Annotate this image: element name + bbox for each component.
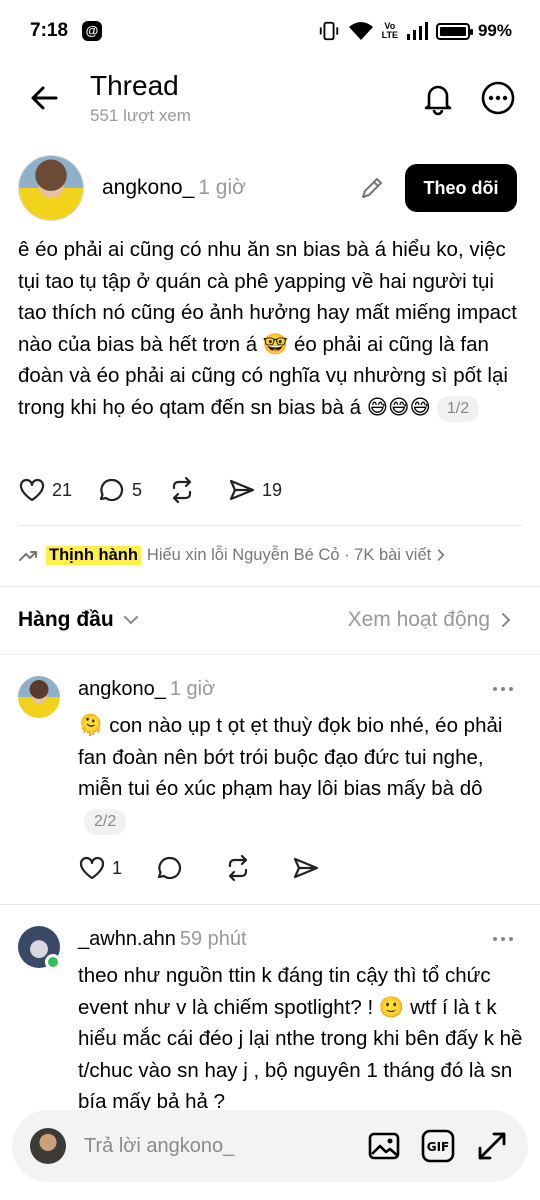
vibrate-icon — [319, 21, 338, 41]
view-count: 551 lượt xem — [90, 106, 191, 125]
sort-row: Hàng đầu Xem hoạt động — [0, 600, 540, 642]
trending-arrow-icon — [19, 551, 37, 561]
share-button[interactable] — [292, 854, 326, 882]
online-status-dot — [45, 954, 61, 970]
reply-actions: 1 — [78, 852, 360, 884]
battery-percent: 99% — [477, 21, 512, 40]
reply-more-icon[interactable] — [490, 926, 516, 952]
reply-time: 1 giờ — [169, 678, 216, 700]
post-page-indicator: 1/2 — [436, 395, 480, 422]
reply-time: 59 phút — [179, 928, 247, 950]
reply-avatar[interactable] — [18, 676, 60, 718]
repost-button[interactable] — [168, 476, 202, 504]
gif-button[interactable]: GIF — [420, 1128, 456, 1164]
heart-icon — [19, 478, 45, 502]
reply-username[interactable]: _awhn.ahn 59 phút — [78, 928, 247, 951]
divider — [0, 654, 540, 655]
image-icon[interactable] — [366, 1128, 402, 1164]
send-icon — [229, 479, 255, 501]
like-count: 1 — [112, 857, 123, 878]
reply-text: 🫠 con nào ụp t ọt ẹt thuỳ đọk bio nhé, é… — [78, 710, 528, 836]
post-time: 1 giờ — [198, 176, 246, 199]
trending-row[interactable]: Thịnh hành Hiếu xin lỗi Nguyễn Bé Cỏ · 7… — [18, 541, 523, 569]
repost-icon — [172, 476, 192, 504]
sort-dropdown[interactable]: Hàng đầu — [18, 608, 140, 632]
reply-username[interactable]: angkono_ 1 giờ — [78, 678, 215, 701]
view-activity-label: Xem hoạt động — [347, 608, 490, 631]
comment-button[interactable]: 5 — [98, 476, 142, 504]
chevron-right-icon — [502, 613, 511, 627]
status-time: 7:18 — [30, 20, 69, 41]
sort-label: Hàng đầu — [18, 608, 114, 631]
divider — [0, 586, 540, 587]
back-arrow-icon[interactable] — [26, 80, 62, 116]
signal-icon — [406, 22, 428, 40]
reply-input[interactable] — [84, 1130, 344, 1162]
share-count: 19 — [262, 479, 283, 500]
trending-label: Thịnh hành — [46, 545, 141, 565]
more-options-icon[interactable] — [480, 80, 516, 116]
like-button[interactable]: 21 — [18, 476, 72, 504]
my-avatar — [30, 1128, 66, 1164]
thread-header: Thread 551 lượt xem — [0, 62, 540, 136]
gif-icon: GIF — [421, 1129, 455, 1163]
comment-count: 5 — [132, 479, 143, 500]
page-title: Thread — [90, 70, 179, 101]
heart-icon — [79, 856, 105, 880]
expand-icon[interactable] — [474, 1128, 510, 1164]
follow-button[interactable]: Theo dõi — [405, 164, 517, 212]
chevron-right-icon — [438, 549, 445, 561]
share-button[interactable]: 19 — [228, 476, 282, 504]
post-author-row: angkono_ 1 giờ Theo dõi — [0, 152, 540, 224]
reply-more-icon[interactable] — [490, 676, 516, 702]
post-text: ê éo phải ai cũng có nhu ăn sn bias bà á… — [18, 234, 523, 423]
reply-composer: GIF — [12, 1110, 528, 1182]
comment-icon — [157, 856, 182, 880]
view-activity-link[interactable]: Xem hoạt động — [348, 608, 514, 632]
author-username[interactable]: angkono_ 1 giờ — [102, 176, 246, 200]
edit-pencil-icon[interactable] — [358, 174, 386, 202]
like-button[interactable]: 1 — [78, 854, 122, 882]
gif-label: GIF — [427, 1140, 450, 1154]
reply-item: angkono_ 1 giờ 🫠 con nào ụp t ọt ẹt thuỳ … — [0, 666, 540, 902]
wifi-icon — [348, 22, 373, 40]
repost-icon — [228, 854, 248, 882]
divider — [18, 525, 522, 526]
threads-notification-icon: @ — [82, 21, 102, 41]
chevron-down-icon — [123, 616, 138, 625]
comment-icon — [99, 478, 124, 502]
battery-icon — [435, 22, 473, 40]
reply-page-indicator: 2/2 — [84, 808, 127, 835]
divider — [0, 904, 540, 905]
reply-item: _awhn.ahn 59 phút theo như nguồn ttin k đ… — [0, 916, 540, 1113]
reply-text: theo như nguồn ttin k đáng tin cậy thì t… — [78, 964, 523, 1113]
status-bar: 7:18 @ Vo LTE 99% — [0, 0, 540, 62]
send-icon — [293, 857, 319, 879]
status-icons: Vo LTE 99% — [318, 19, 512, 43]
post-actions: 21 5 19 — [18, 474, 308, 506]
like-count: 21 — [52, 479, 73, 500]
bell-icon[interactable] — [420, 80, 456, 116]
repost-button[interactable] — [224, 854, 258, 882]
trending-topic: Hiếu xin lỗi Nguyễn Bé Cỏ · 7K bài viết — [146, 545, 432, 564]
author-avatar[interactable] — [18, 155, 84, 221]
volte-icon: Vo LTE — [381, 21, 398, 40]
comment-button[interactable] — [156, 854, 190, 882]
